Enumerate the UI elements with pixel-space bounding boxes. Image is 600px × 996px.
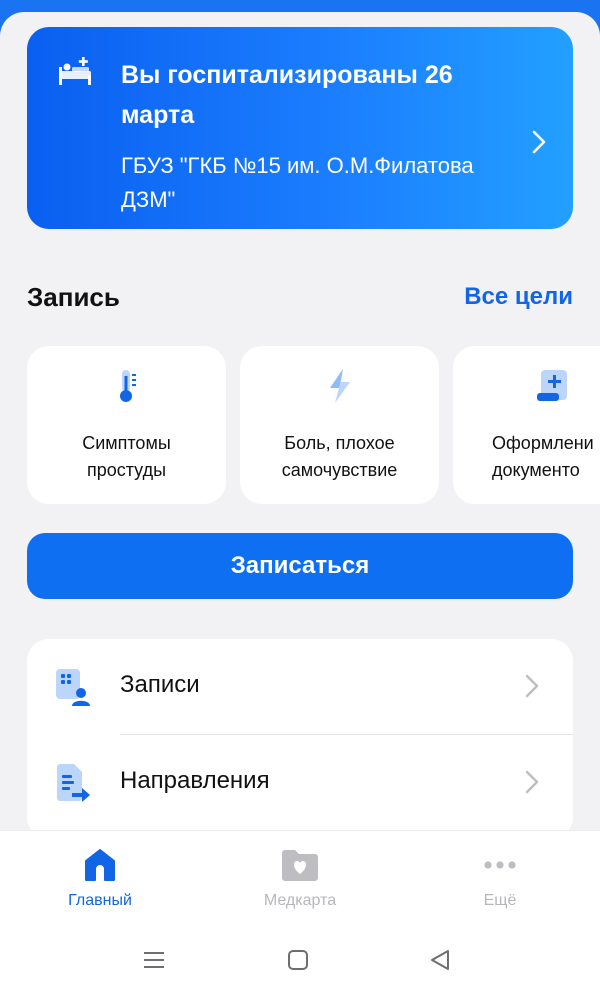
tile-label: Оформлени документо (492, 433, 594, 480)
tab-label: Ещё (483, 892, 517, 909)
chevron-right-icon (525, 674, 539, 698)
section-title-booking: Запись (27, 282, 120, 312)
tile-label: Симптомы простуды (82, 433, 171, 480)
chevron-right-icon (525, 770, 539, 794)
all-goals-link[interactable]: Все цели (464, 283, 573, 311)
tile-documents[interactable]: Оформлени документо (453, 346, 600, 504)
hospitalization-title: Вы госпитализированы 26 марта (121, 61, 453, 129)
menu-list: Записи Направления (27, 639, 573, 839)
menu-item-label: Направления (120, 767, 270, 794)
menu-lines-icon[interactable] (142, 948, 166, 972)
tab-medcard[interactable]: Медкарта (200, 831, 400, 935)
book-appointment-button[interactable]: Записаться (27, 533, 573, 599)
referrals-icon (57, 764, 90, 802)
main-screen: Вы госпитализированы 26 марта ГБУЗ "ГКБ … (0, 12, 600, 996)
tile-cold-symptoms[interactable]: Симптомы простуды (27, 346, 226, 504)
medcard-folder-icon (282, 850, 318, 881)
tile-pain-unwell[interactable]: Боль, плохое самочувствие (240, 346, 439, 504)
tab-home[interactable]: Главный (0, 831, 200, 935)
home-icon (85, 849, 115, 881)
bottom-tab-bar: Главный Медкарта Ещё (0, 830, 600, 934)
thermometer-icon (119, 370, 136, 402)
lightning-icon (329, 369, 350, 403)
tab-label: Медкарта (263, 892, 337, 909)
chevron-right-icon (532, 130, 546, 154)
home-square-icon[interactable] (286, 948, 310, 972)
more-dots-icon (484, 861, 516, 869)
back-triangle-icon[interactable] (428, 948, 452, 972)
tile-label: Боль, плохое самочувствие (281, 433, 398, 480)
clinic-name: ГБУЗ "ГКБ №15 им. О.М.Филатова ДЗМ" (121, 153, 474, 212)
hospital-bed-icon (59, 57, 91, 85)
system-nav-bar (0, 934, 600, 996)
tab-label: Главный (68, 892, 132, 909)
hospitalization-card[interactable]: Вы госпитализированы 26 марта ГБУЗ "ГКБ … (27, 27, 573, 229)
appointments-icon (56, 669, 90, 706)
document-add-icon (537, 370, 567, 401)
menu-item-appointments[interactable]: Записи (27, 639, 573, 735)
tab-more[interactable]: Ещё (400, 831, 600, 935)
menu-item-referrals[interactable]: Направления (27, 735, 573, 831)
menu-item-label: Записи (120, 671, 200, 698)
